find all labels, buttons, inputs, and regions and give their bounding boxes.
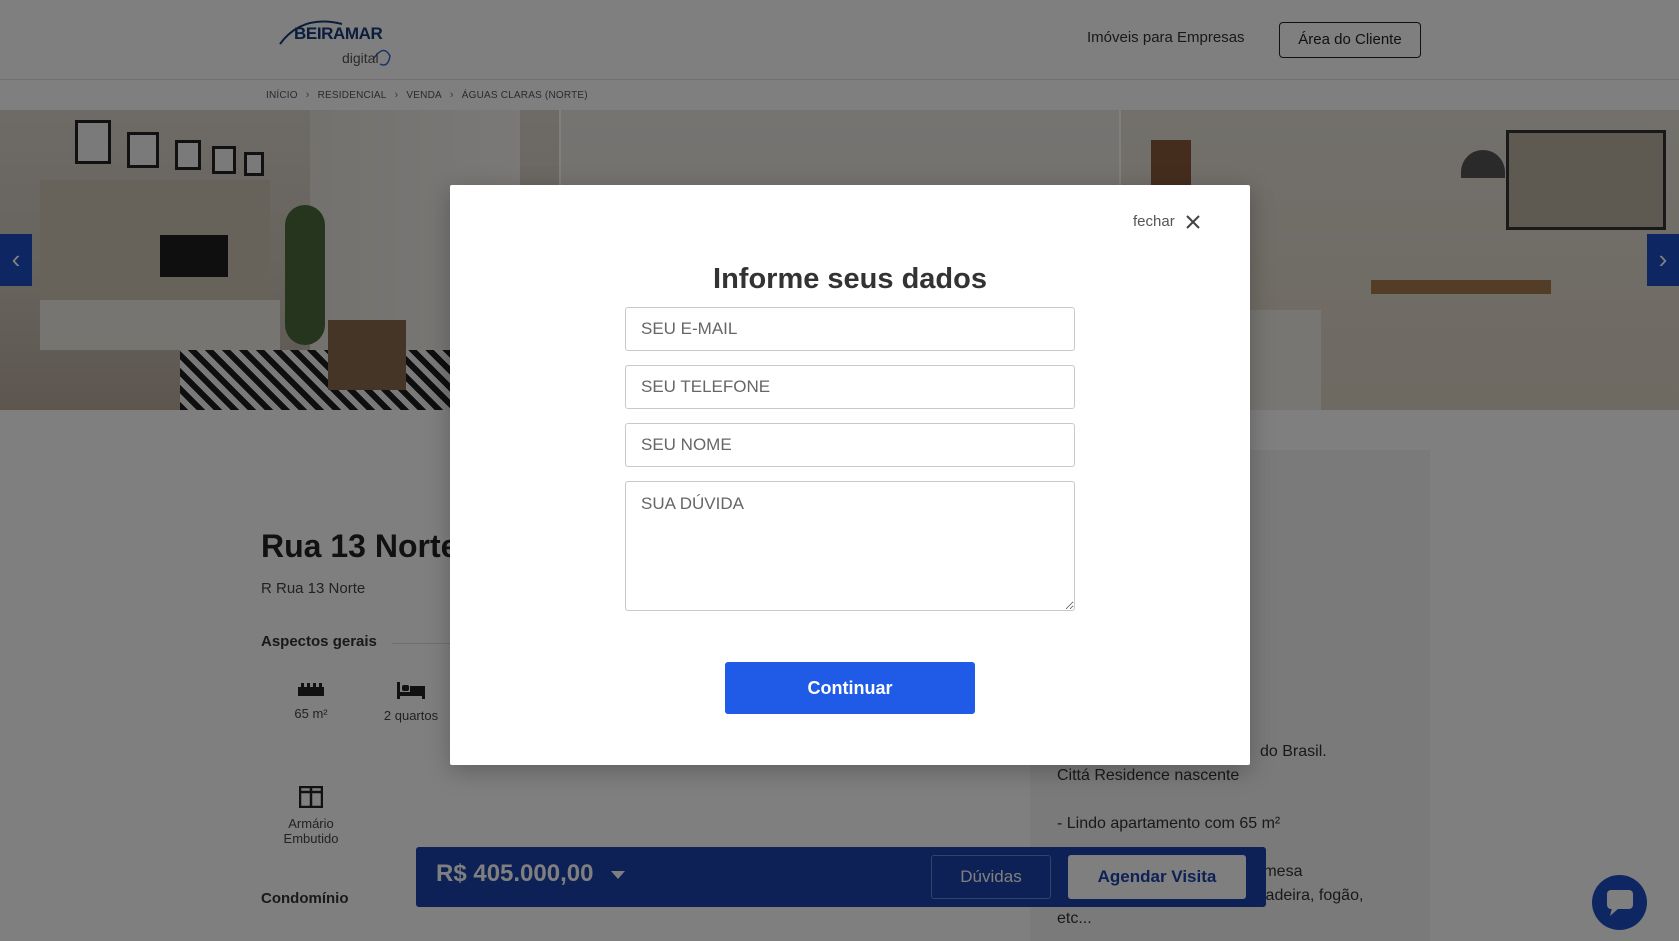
contact-modal: fechar Informe seus dados Continuar [450,185,1250,765]
modal-title: Informe seus dados [713,263,987,295]
modal-close-label: fechar [1133,213,1175,230]
modal-close-button[interactable]: fechar [1133,213,1201,230]
name-field[interactable] [625,423,1075,467]
phone-field[interactable] [625,365,1075,409]
email-field[interactable] [625,307,1075,351]
question-field[interactable] [625,481,1075,611]
close-icon [1185,214,1200,229]
continue-button[interactable]: Continuar [725,662,975,714]
